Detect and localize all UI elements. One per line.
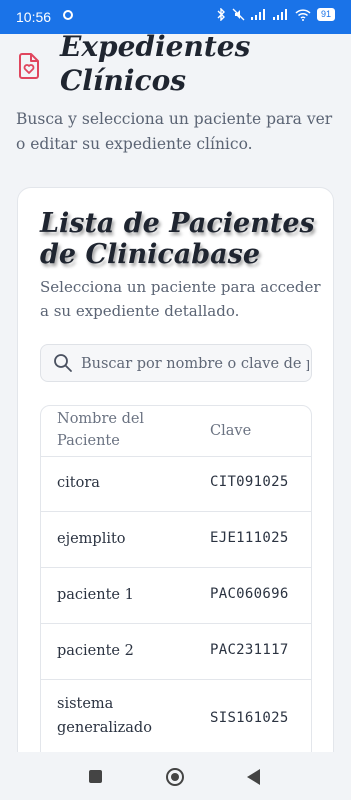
- patient-name: sistema generalizado: [57, 696, 152, 736]
- system-nav-bar: [0, 752, 351, 800]
- app-notification-icon: [63, 10, 73, 20]
- table-row[interactable]: citora CIT091025: [41, 456, 311, 512]
- card-subtitle: Selecciona un paciente para acceder a su…: [40, 278, 321, 320]
- signal-2-icon: [272, 9, 287, 20]
- page-title: Expedientes Clínicos: [60, 30, 251, 97]
- status-time: 10:56: [16, 9, 52, 25]
- mute-icon: [232, 8, 245, 21]
- patient-clave: PAC231117: [210, 642, 289, 658]
- bluetooth-icon: [217, 8, 225, 21]
- back-button[interactable]: [247, 769, 260, 785]
- patient-name: citora: [57, 475, 100, 491]
- card-title: Lista de Pacientes de Clinicabase: [40, 208, 315, 270]
- patients-table: Nombre del Paciente Clave citora CIT0910…: [40, 405, 312, 765]
- recents-button[interactable]: [89, 770, 102, 783]
- heart-file-icon: [19, 53, 39, 79]
- patient-clave: PAC060696: [210, 586, 289, 602]
- page-subtitle: Busca y selecciona un paciente para ver …: [16, 110, 333, 153]
- table-row[interactable]: paciente 2 PAC231117: [41, 624, 311, 680]
- signal-icon: [250, 9, 265, 20]
- patient-name: ejemplito: [57, 531, 126, 547]
- status-icons: 91: [217, 8, 335, 21]
- table-row[interactable]: ejemplito EJE111025: [41, 512, 311, 568]
- home-button[interactable]: [166, 768, 184, 786]
- table-header: Nombre del Paciente Clave: [41, 406, 311, 457]
- wifi-icon: [295, 8, 311, 21]
- status-bar: 10:56 91: [0, 0, 351, 34]
- search-icon: [54, 354, 72, 372]
- patient-name: paciente 2: [57, 643, 134, 659]
- battery-icon: 91: [316, 8, 335, 21]
- table-row[interactable]: paciente 1 PAC060696: [41, 568, 311, 624]
- search-input[interactable]: [79, 345, 311, 381]
- column-header-name: Nombre del Paciente: [57, 411, 145, 449]
- patient-list-card: Lista de Pacientes de Clinicabase Selecc…: [17, 187, 334, 787]
- patient-clave: SIS161025: [210, 710, 289, 726]
- patient-name: paciente 1: [57, 587, 134, 603]
- column-header-clave: Clave: [210, 423, 252, 439]
- search-box[interactable]: [40, 344, 312, 382]
- patient-clave: CIT091025: [210, 474, 289, 490]
- patient-clave: EJE111025: [210, 530, 289, 546]
